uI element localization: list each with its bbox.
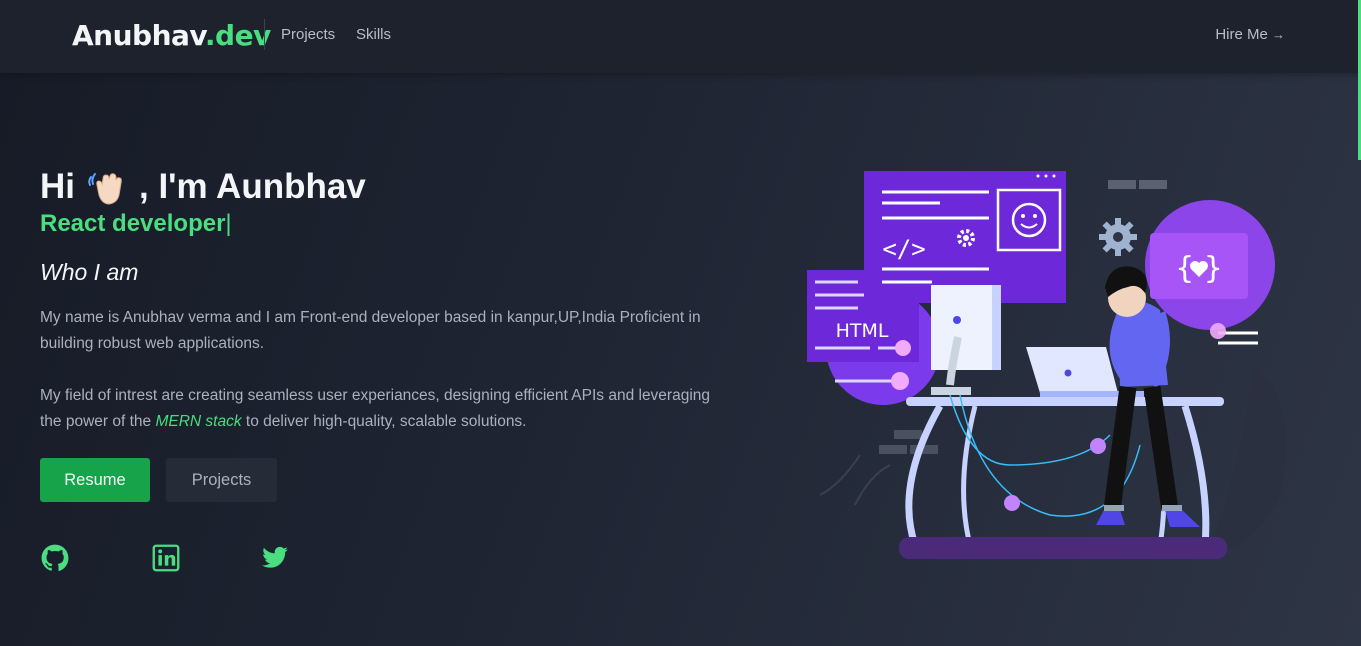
- brand-logo[interactable]: Anubhav.dev: [72, 19, 271, 52]
- role-text: React developer: [40, 210, 226, 237]
- code-tag: </>: [882, 235, 925, 263]
- twitter-icon[interactable]: [261, 544, 289, 572]
- resume-button[interactable]: Resume: [40, 458, 150, 502]
- who-i-am-heading: Who I am: [40, 259, 139, 285]
- hire-me-link[interactable]: Hire Me →: [1215, 26, 1285, 43]
- greeting-prefix: Hi: [40, 167, 75, 206]
- bio-paragraph-2: My field of intrest are creating seamles…: [40, 383, 720, 435]
- bio-paragraph-1: My name is Anubhav verma and I am Front-…: [40, 309, 701, 352]
- developer-illustration: { } HTML </>: [807, 171, 1287, 559]
- github-icon[interactable]: [41, 544, 69, 572]
- greeting-suffix: , I'm Aunbhav: [139, 167, 366, 206]
- nav-link-skills[interactable]: Skills: [356, 26, 391, 43]
- nav-divider: [264, 19, 265, 50]
- hero-greeting: Hi , I'm Aunbhav: [40, 165, 366, 209]
- typing-cursor: |: [225, 210, 232, 237]
- typed-role: React developer|: [40, 210, 232, 238]
- linkedin-icon[interactable]: [152, 544, 180, 572]
- gear-icon: [1099, 218, 1137, 256]
- bio-2-after: to deliver high-quality, scalable soluti…: [241, 413, 527, 430]
- waving-hand-icon: [88, 173, 122, 205]
- mern-highlight: MERN stack: [155, 413, 242, 430]
- brand-name: Anubhav: [72, 19, 205, 52]
- nav-link-projects[interactable]: Projects: [281, 26, 335, 43]
- arrow-right-icon: →: [1272, 27, 1285, 42]
- html-label: HTML: [836, 320, 889, 342]
- brand-suffix: .dev: [204, 19, 271, 52]
- hire-me-label: Hire Me: [1215, 26, 1268, 43]
- projects-button[interactable]: Projects: [166, 458, 277, 502]
- navbar: Anubhav.dev Projects Skills Hire Me →: [0, 0, 1361, 73]
